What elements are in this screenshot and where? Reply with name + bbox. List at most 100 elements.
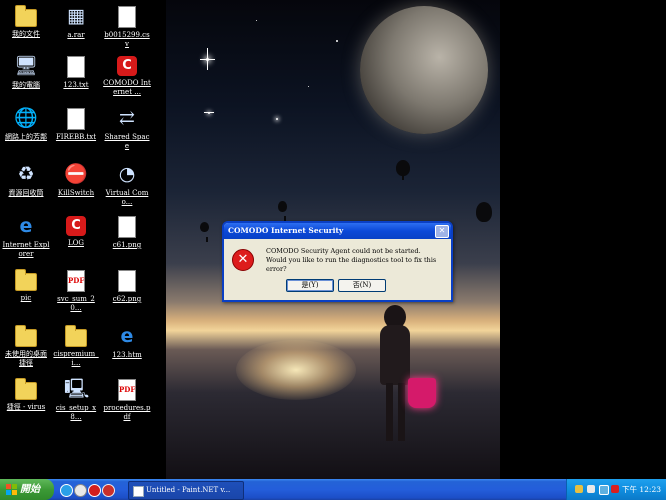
desktop-icon-label: svc_sum_20...: [57, 295, 95, 312]
dialog-title-bar[interactable]: COMODO Internet Security ✕: [224, 223, 451, 239]
desktop-icon-label: Virtual Como...: [105, 189, 149, 206]
folder-icon: [15, 378, 37, 400]
desktop-icon-unused-desktop[interactable]: 未使用的桌面捷徑: [2, 324, 50, 368]
tray-lock-icon[interactable]: [575, 485, 583, 493]
123-htm-icon: e: [120, 325, 134, 347]
folder-icon: [65, 325, 87, 347]
shared-space-icon: ⇄: [119, 107, 135, 129]
desktop-icon-c61-png[interactable]: c61.png: [103, 214, 151, 250]
desktop-icon-comodo-internet[interactable]: C COMODO Internet ...: [103, 54, 151, 97]
desktop-icon-label: Shared Space: [104, 133, 150, 150]
comodo-error-dialog: COMODO Internet Security ✕ ✕ COMODO Secu…: [222, 221, 453, 302]
taskbar-window-paintnet[interactable]: Untitled - Paint.NET v...: [128, 481, 244, 500]
no-button[interactable]: 否(N): [338, 279, 386, 292]
sun-reflection: [236, 340, 356, 400]
start-button[interactable]: 開始: [0, 479, 54, 500]
desktop-icon-label: 123.txt: [63, 81, 89, 89]
system-tray: 下午 12:23: [566, 479, 666, 500]
tray-network-icon[interactable]: [587, 485, 595, 493]
comodo-icon: C: [66, 216, 86, 236]
desktop-icon-label: 123.htm: [112, 351, 142, 359]
desktop-icon-label: cis_setup_x8...: [55, 404, 97, 421]
star: [256, 20, 257, 21]
pdf-icon: PDF: [67, 270, 85, 292]
balloon: [476, 202, 492, 222]
desktop-icon-label: KillSwitch: [57, 189, 95, 197]
tray-volume-icon[interactable]: [599, 485, 609, 495]
desktop-icon-shared-space[interactable]: ⇄ Shared Space: [103, 106, 151, 151]
a-rar-icon: ▦: [67, 5, 85, 27]
desktop-icon-my-computer[interactable]: 🖥 我的電腦: [2, 54, 50, 90]
message-line-2: Would you like to run the diagnostics to…: [266, 256, 437, 273]
balloon: [396, 160, 410, 180]
comodo-quicklaunch-icon[interactable]: [102, 484, 115, 497]
desktop-icon-label: 我的電腦: [12, 81, 40, 89]
desktop-icon-internet-explorer[interactable]: e Internet Explorer: [2, 214, 50, 259]
network-places-icon: 🌐: [14, 107, 38, 129]
folder-icon: [15, 5, 37, 27]
desktop-icon-123-txt[interactable]: 123.txt: [52, 54, 100, 90]
desktop-icon-label: 網路上的芳鄰: [5, 133, 47, 141]
desktop-icon-procedures-pdf[interactable]: PDF procedures.pdf: [103, 377, 151, 422]
folder-icon: [15, 269, 37, 291]
desktop-icon-label: Internet Explorer: [2, 241, 50, 258]
desktop-icon-label: c62.png: [112, 295, 142, 303]
desktop-icon-label: FIREBB.txt: [55, 133, 97, 141]
document-icon: [67, 108, 85, 130]
my-computer-icon: 🖥: [14, 55, 39, 77]
killswitch-icon: ⛔: [64, 163, 88, 185]
desktop-icon-a-rar[interactable]: ▦ a.rar: [52, 4, 100, 40]
yes-button[interactable]: 是(Y): [286, 279, 334, 292]
desktop-icon-network-places[interactable]: 🌐 網路上的芳鄰: [2, 106, 50, 142]
document-icon: [118, 6, 136, 28]
clock: 下午 12:23: [622, 485, 661, 494]
desktop-icon-pic[interactable]: pic: [2, 268, 50, 303]
desktop-icon-label: COMODO Internet ...: [103, 79, 151, 96]
close-icon[interactable]: ✕: [435, 225, 449, 238]
ie-quicklaunch-icon[interactable]: [60, 484, 73, 497]
paintnet-icon: [133, 486, 144, 497]
star: [276, 118, 278, 120]
internet-explorer-icon: e: [19, 215, 33, 237]
desktop-icon-label: LOG: [68, 239, 84, 247]
desktop-icon-firebb-txt[interactable]: FIREBB.txt: [52, 106, 100, 142]
desktop-icon-label: 捷徑 - virus: [6, 403, 46, 411]
message-line-1: COMODO Security Agent could not be start…: [266, 247, 421, 255]
desktop: 我的文件 ▦ a.rar b0015299.csv 🖥 我的電腦 123.txt C COMOD…: [0, 0, 666, 479]
desktop-icon-cispremium[interactable]: cispremium_i...: [52, 324, 100, 368]
tray-comodo-icon[interactable]: [611, 485, 619, 493]
desktop-icon-label: 未使用的桌面捷徑: [5, 350, 47, 367]
desktop-icon-label: 我的文件: [12, 30, 40, 38]
desktop-icon-svc-sum-pdf[interactable]: PDF svc_sum_20...: [52, 268, 100, 313]
document-icon: [118, 270, 136, 292]
desktop-icon-label: pic: [20, 294, 32, 302]
desktop-icon-b0015299-csv[interactable]: b0015299.csv: [103, 4, 151, 49]
recycle-bin-icon: ♻: [17, 163, 35, 185]
windows-flag-icon: [6, 484, 17, 495]
desktop-icon-label: 資源回收筒: [8, 189, 44, 197]
folder-icon: [15, 325, 37, 347]
desktop-icon-label: c61.png: [112, 241, 142, 249]
media-quicklaunch-icon[interactable]: [88, 484, 101, 497]
taskbar-window-label: Untitled - Paint.NET v...: [146, 486, 231, 494]
desktop-icon-my-documents[interactable]: 我的文件: [2, 4, 50, 39]
balloon: [200, 222, 209, 242]
desktop-icon-c62-png[interactable]: c62.png: [103, 268, 151, 304]
document-icon: [67, 56, 85, 78]
balloon: [278, 201, 287, 221]
girl-silhouette: [376, 305, 416, 445]
desktop-icon-log[interactable]: C LOG: [52, 214, 100, 248]
shield-quicklaunch-icon[interactable]: [74, 484, 87, 497]
cis-setup-icon: 🖳: [64, 378, 90, 400]
desktop-icon-virtual-como[interactable]: ◔ Virtual Como...: [103, 162, 151, 207]
desktop-icon-label: cispremium_i...: [53, 350, 99, 367]
error-icon: ✕: [232, 249, 254, 271]
desktop-icon-killswitch[interactable]: ⛔ KillSwitch: [52, 162, 100, 198]
desktop-icon-shortcut-virus[interactable]: 捷徑 - virus: [2, 377, 50, 412]
dialog-message: COMODO Security Agent could not be start…: [266, 247, 446, 274]
desktop-icon-123-htm[interactable]: e 123.htm: [103, 324, 151, 360]
desktop-icon-cis-setup[interactable]: 🖳 cis_setup_x8...: [52, 377, 100, 422]
star: [308, 86, 309, 87]
desktop-icon-recycle-bin[interactable]: ♻ 資源回收筒: [2, 162, 50, 198]
start-label: 開始: [20, 484, 40, 495]
